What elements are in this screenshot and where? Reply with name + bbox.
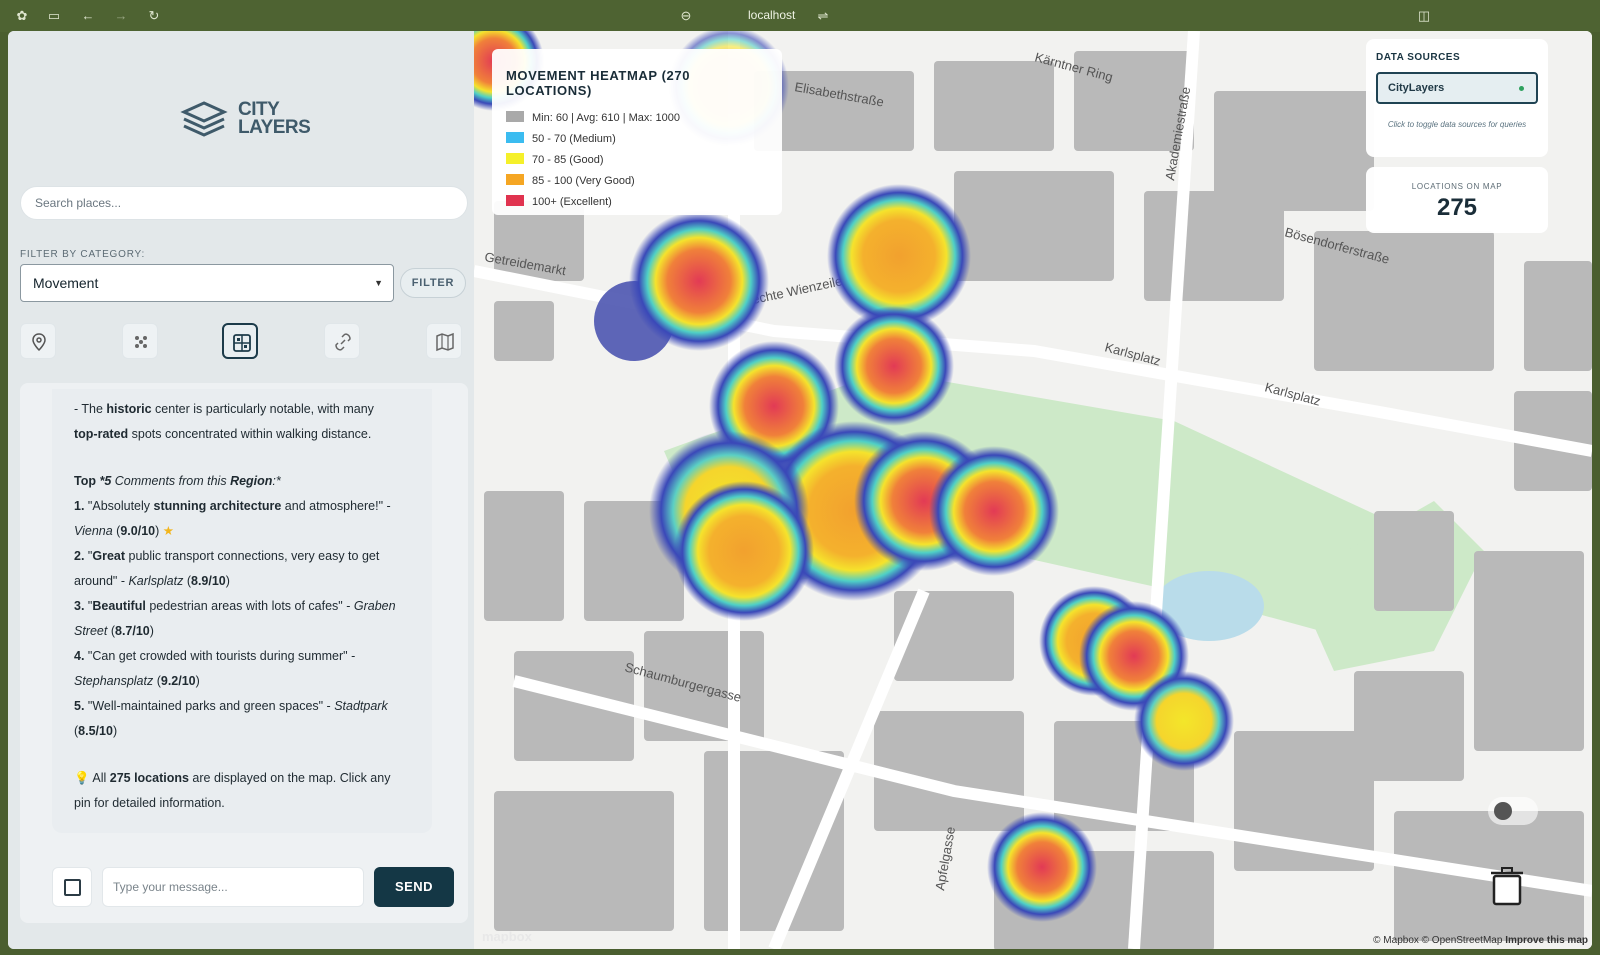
split-view-icon[interactable]: ◫	[1416, 8, 1432, 24]
comment-item: 3. "Beautiful pedestrian areas with lots…	[74, 599, 396, 638]
grid-icon	[233, 334, 251, 352]
lightbulb-icon: 💡	[74, 771, 90, 785]
locations-label: LOCATIONS ON MAP	[1411, 182, 1503, 191]
map-canvas[interactable]: Getreidemarkt Rechte Wienzeile Karlsplat…	[474, 31, 1592, 949]
heatmap-legend: MOVEMENT HEATMAP (270 LOCATIONS) Min: 60…	[492, 49, 782, 215]
data-source-citylayers-toggle[interactable]: CityLayers	[1376, 72, 1538, 104]
legend-row: Min: 60 | Avg: 610 | Max: 1000	[506, 108, 768, 129]
search-input[interactable]	[20, 186, 468, 220]
browser-logo-icon: ✿	[16, 8, 28, 23]
forward-icon[interactable]: →	[113, 8, 129, 24]
link-icon	[335, 333, 351, 351]
star-icon: ★	[162, 524, 174, 538]
filter-label: FILTER BY CATEGORY:	[20, 249, 146, 260]
sidebar: CITY LAYERS FILTER BY CATEGORY: Movement…	[8, 31, 483, 949]
pin-icon	[32, 333, 46, 352]
chat-panel: - The historic center is particularly no…	[20, 383, 468, 923]
chevron-down-icon: ▼	[374, 278, 383, 288]
comment-item: 2. "Great public transport connections, …	[74, 549, 380, 588]
legend-row: 70 - 85 (Good)	[506, 150, 768, 171]
back-icon[interactable]: ←	[80, 8, 96, 24]
attach-checkbox[interactable]	[52, 867, 92, 907]
data-sources-card: DATA SOURCES CityLayers Click to toggle …	[1366, 39, 1548, 157]
active-dot-icon	[1519, 86, 1524, 91]
browser-toolbar: ✿ ▭ ← → ↻ ⊖ localhost ⇌ ◫	[0, 0, 1600, 32]
mapbox-logo: mapbox	[482, 929, 532, 944]
logo-text: CITY LAYERS	[238, 99, 311, 138]
cluster-tool-button[interactable]	[122, 323, 158, 359]
grid-tool-button[interactable]	[222, 323, 258, 359]
legend-title: MOVEMENT HEATMAP (270 LOCATIONS)	[506, 68, 691, 98]
improve-map-link[interactable]: Improve this map	[1505, 935, 1588, 946]
comment-item: 4. "Can get crowded with tourists during…	[74, 649, 356, 688]
data-sources-title: DATA SOURCES	[1376, 52, 1461, 63]
citylayers-logo: CITY LAYERS	[180, 99, 320, 143]
layer-toggle[interactable]	[1488, 797, 1538, 825]
legend-row: 50 - 70 (Medium)	[506, 129, 768, 150]
app-window: CITY LAYERS FILTER BY CATEGORY: Movement…	[8, 31, 1592, 949]
address-bar[interactable]: localhost	[748, 8, 795, 22]
chat-input-row: SEND	[42, 867, 462, 909]
send-button[interactable]: SEND	[374, 867, 454, 907]
category-select[interactable]: Movement ▼	[20, 264, 394, 302]
layers-logo-icon	[180, 101, 228, 137]
link-tool-button[interactable]	[324, 323, 360, 359]
settings-sliders-icon[interactable]: ⇌	[815, 8, 831, 24]
cluster-icon	[135, 336, 147, 348]
filter-button[interactable]: FILTER	[400, 268, 466, 298]
pin-tool-button[interactable]	[20, 323, 56, 359]
comment-item: 5. "Well-maintained parks and green spac…	[74, 699, 388, 738]
map-attribution: © Mapbox © OpenStreetMap Improve this ma…	[1373, 935, 1588, 946]
legend-row: 100+ (Excellent)	[506, 192, 768, 213]
map-icon	[436, 332, 454, 352]
locations-count-card: LOCATIONS ON MAP 275	[1366, 167, 1548, 233]
trash-icon[interactable]	[1490, 866, 1524, 906]
assistant-message: - The historic center is particularly no…	[52, 389, 432, 833]
link-icon: ⊖	[680, 8, 692, 23]
reload-icon[interactable]: ↻	[146, 8, 162, 24]
message-input[interactable]	[102, 867, 364, 907]
data-sources-hint: Click to toggle data sources for queries	[1387, 120, 1527, 129]
legend-row: 85 - 100 (Very Good)	[506, 171, 768, 192]
locations-value: 275	[1436, 194, 1478, 221]
sidebar-toggle-icon[interactable]: ▭	[46, 8, 62, 24]
comment-item: 1. "Absolutely stunning architecture and…	[74, 499, 391, 538]
map-tool-button[interactable]	[426, 323, 462, 359]
